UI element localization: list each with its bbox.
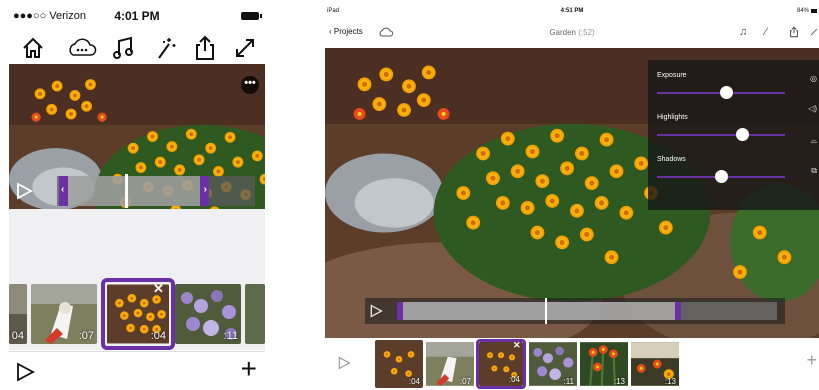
more-options-button[interactable]: ••• <box>241 76 259 94</box>
shadows-label: Shadows <box>657 156 686 163</box>
home-icon[interactable] <box>19 34 47 62</box>
add-clip-button[interactable]: + <box>241 354 257 384</box>
trim-selection[interactable]: ‹ › <box>59 176 209 206</box>
cloud-icon[interactable] <box>65 34 99 62</box>
clip-duration: :07 <box>78 330 94 342</box>
play-icon[interactable] <box>337 356 351 370</box>
battery-icon <box>811 9 817 13</box>
clip-thumbnail[interactable]: :11 <box>175 284 241 344</box>
playhead[interactable] <box>125 174 128 208</box>
ipad-screen: iPad 4:51 PM 84% ‹ Projects Garden (:52)… <box>325 6 819 390</box>
clip-duration: 04 <box>11 330 24 342</box>
trim-scrubber[interactable]: ‹ › <box>9 174 265 208</box>
clip-thumbnail[interactable] <box>245 284 265 344</box>
clip-duration: :04 <box>408 377 420 386</box>
clip-duration: :13 <box>664 377 676 386</box>
clip-thumbnail[interactable]: :13 <box>580 340 628 388</box>
clip-thumbnail[interactable]: :13 <box>631 340 679 388</box>
clip-thumbnail[interactable]: :07 <box>31 284 97 344</box>
title-label: Garden <box>549 28 576 37</box>
playhead[interactable] <box>545 298 547 324</box>
highlights-label: Highlights <box>657 114 688 121</box>
clip-thumbnail[interactable]: 04 <box>9 284 27 344</box>
close-icon: ✕ <box>513 340 521 350</box>
collapse-icon[interactable] <box>809 26 819 38</box>
clip-duration: :07 <box>459 377 471 386</box>
remove-clip-button[interactable]: ✕ <box>513 341 523 351</box>
status-time: 4:51 PM <box>560 8 584 14</box>
exposure-label: Exposure <box>657 72 687 79</box>
share-icon[interactable] <box>191 34 219 62</box>
filter-icon[interactable]: ⌓ <box>811 136 817 146</box>
crop-icon[interactable]: ⧉ <box>811 166 817 176</box>
clip-duration: :13 <box>613 377 625 386</box>
magic-wand-icon[interactable]: ⁄ <box>765 26 767 38</box>
bottom-toolbar: + <box>9 351 265 390</box>
play-icon[interactable] <box>15 182 33 200</box>
battery-icon <box>241 12 262 20</box>
close-icon: ✕ <box>153 281 164 296</box>
navigation-bar: ‹ Projects Garden (:52) ♫ ⁄ <box>325 20 819 46</box>
status-bar: iPad 4:51 PM 84% <box>325 6 819 18</box>
highlights-slider[interactable] <box>657 134 785 136</box>
clip-strip: 04 :07 :04 ✕ :11 <box>9 278 265 350</box>
music-note-icon[interactable]: ♫ <box>739 26 747 38</box>
trim-handle-right[interactable]: › <box>204 184 207 195</box>
title-duration: (:52) <box>578 28 595 37</box>
music-note-icon[interactable] <box>109 34 137 62</box>
trim-selection[interactable] <box>397 302 681 320</box>
battery-percent: 84% <box>796 8 809 14</box>
video-preview[interactable]: Exposure Highlights Shadows ◎ ◁) ⌓ ⧉ <box>325 48 819 338</box>
iphone-screen: ●●●○○ Verizon 4:01 PM ••• ‹ › 04:07:04… <box>9 6 265 390</box>
expand-icon[interactable] <box>231 34 259 62</box>
magic-wand-icon[interactable] <box>151 34 179 62</box>
clip-thumbnail[interactable]: :07 <box>426 340 474 388</box>
play-icon[interactable] <box>15 362 35 382</box>
editor-toolbar <box>9 30 265 66</box>
trim-handle-left[interactable]: ‹ <box>61 184 64 195</box>
shadows-knob[interactable] <box>715 170 728 183</box>
clip-thumbnail[interactable]: :11 <box>529 340 577 388</box>
highlights-knob[interactable] <box>736 128 749 141</box>
trim-scrubber[interactable] <box>365 298 785 324</box>
remove-clip-button[interactable]: ✕ <box>153 282 169 298</box>
volume-icon[interactable]: ◁) <box>808 104 817 113</box>
clip-duration: :11 <box>223 330 238 342</box>
status-bar: ●●●○○ Verizon 4:01 PM <box>9 6 265 26</box>
play-icon[interactable] <box>369 304 383 318</box>
exposure-knob[interactable] <box>720 86 733 99</box>
clip-duration: :11 <box>563 377 574 386</box>
share-icon[interactable] <box>788 25 800 39</box>
clip-thumbnail[interactable]: :04 <box>375 340 423 388</box>
add-clip-button[interactable]: + <box>806 350 817 370</box>
adjustments-panel: Exposure Highlights Shadows ◎ ◁) ⌓ ⧉ <box>648 60 819 210</box>
color-wheel-icon[interactable]: ◎ <box>810 74 817 83</box>
status-time: 4:01 PM <box>114 9 160 23</box>
bottom-toolbar: :04 :07 :04 ✕ :11 :13:13 + <box>325 338 819 390</box>
